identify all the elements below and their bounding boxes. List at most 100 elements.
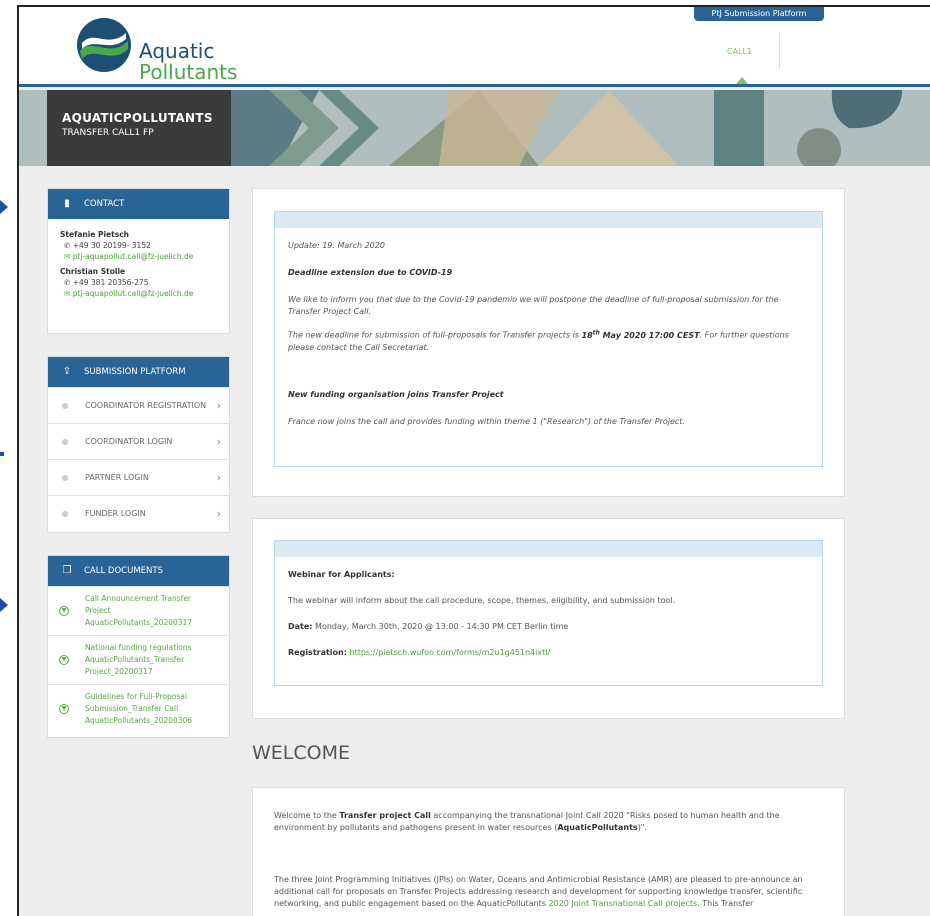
submission-platform-box: ⇪ SUBMISSION PLATFORM COORDINATOR REGIST… — [47, 356, 230, 533]
document-link-text[interactable]: National funding regulations AquaticPoll… — [85, 643, 192, 676]
notice-header-bar — [275, 541, 822, 557]
download-icon: ▼ — [59, 655, 69, 665]
date-label: Date: — [288, 622, 313, 631]
ordinal-suffix: th — [592, 329, 600, 336]
contact-phone: ✆ +49 381 20356-275 — [60, 277, 217, 288]
chevron-right-icon: › — [216, 507, 221, 520]
contact-name: Christian Stolle — [60, 267, 126, 276]
contact-list: Stefanie Pietsch ✆ +49 30 20199- 3152 ✉ … — [48, 219, 229, 307]
text: The new deadline for submission of full-… — [288, 330, 582, 340]
phone-icon: ✆ — [64, 241, 71, 250]
aquatic-pollutants-logo[interactable]: Aquatic Pollutants — [74, 15, 244, 84]
contact-header: ▮ CONTACT — [48, 189, 229, 219]
page-banner: AQUATICPOLLUTANTS TRANSFER CALL1 FP — [19, 90, 930, 166]
webinar-description: The webinar will inform about the call p… — [288, 596, 676, 605]
submission-header: ⇪ SUBMISSION PLATFORM — [48, 357, 229, 387]
welcome-paragraph: The three Joint Programming Initiatives … — [253, 874, 844, 910]
webinar-date: Date: Monday, March 30th, 2020 @ 13:00 -… — [275, 621, 822, 633]
contact-email[interactable]: ✉ ptj-aquapollut.call@fz-juelich.de — [60, 251, 217, 262]
bullet-icon — [62, 439, 68, 445]
text: . This Transfer — [697, 899, 754, 908]
contact-email-link[interactable]: ptj-aquapollut.call@fz-juelich.de — [73, 289, 194, 298]
chevron-right-icon: › — [216, 399, 221, 412]
envelope-icon: ✉ — [64, 289, 71, 298]
menu-item-coordinator-login[interactable]: COORDINATOR LOGIN › — [48, 423, 229, 459]
banner-title: AQUATICPOLLUTANTS — [62, 111, 213, 125]
document-link-text[interactable]: Call Announcement Transfer Project Aquat… — [85, 594, 192, 627]
text: Welcome to the — [274, 811, 340, 820]
download-icon: ▼ — [59, 606, 69, 616]
update-paragraph: France now joins the call and provides f… — [288, 416, 685, 426]
update-notice: Update: 19. March 2020 Deadline extensio… — [274, 211, 823, 467]
site-header: Aquatic Pollutants PtJ Submission Platfo… — [19, 7, 930, 87]
contact-box: ▮ CONTACT Stefanie Pietsch ✆ +49 30 2019… — [47, 188, 230, 334]
contact-phone-number: +49 30 20199- 3152 — [72, 241, 151, 250]
phone-icon: ✆ — [64, 278, 71, 287]
bullet-icon — [62, 403, 68, 409]
webinar-registration: Registration: https://pietsch.wufoo.com/… — [275, 647, 822, 659]
bullet-icon — [62, 511, 68, 517]
logo-emblem-icon — [77, 18, 131, 72]
upload-icon: ⇪ — [62, 366, 72, 377]
welcome-paragraph: Welcome to the Transfer project Call acc… — [253, 810, 844, 834]
menu-item-label: FUNDER LOGIN — [85, 509, 146, 518]
call-documents-box: ❐ CALL DOCUMENTS ▼ Call Announcement Tran… — [47, 555, 230, 738]
annotation-arrow-icon — [0, 598, 8, 612]
deadline-date: 18th May 2020 17:00 CEST — [581, 329, 700, 340]
date-value: Monday, March 30th, 2020 @ 13:00 - 14:30… — [312, 622, 569, 631]
update-title-deadline: Deadline extension due to COVID-19 — [288, 268, 453, 277]
update-panel: Update: 19. March 2020 Deadline extensio… — [252, 188, 845, 497]
banner-subtitle: TRANSFER CALL1 FP — [62, 128, 154, 138]
registration-label: Registration: — [288, 648, 347, 657]
documents-icon: ❐ — [62, 565, 72, 576]
annotation-marker-icon — [0, 452, 4, 456]
webinar-panel: Webinar for Applicants: The webinar will… — [252, 518, 845, 719]
contact-phone: ✆ +49 30 20199- 3152 — [60, 240, 217, 251]
bullet-icon — [62, 475, 68, 481]
nav-call1-link[interactable]: CALL1 — [727, 47, 752, 56]
text-bold: AquaticPollutants — [557, 823, 638, 832]
joint-call-projects-link[interactable]: 2020 Joint Transnational Call projects — [549, 899, 698, 908]
document-link-text[interactable]: Guidelines for Full-Proposal Submission_… — [85, 692, 192, 725]
menu-item-coordinator-registration[interactable]: COORDINATOR REGISTRATION › — [48, 387, 229, 423]
document-link[interactable]: ▼ Guidelines for Full-Proposal Submission… — [48, 684, 229, 733]
chevron-right-icon: › — [216, 471, 221, 484]
submission-heading: SUBMISSION PLATFORM — [84, 367, 186, 377]
update-title-funding: New funding organisation joins Transfer … — [288, 389, 504, 399]
update-deadline-paragraph: The new deadline for submission of full-… — [275, 327, 822, 354]
webinar-notice: Webinar for Applicants: The webinar will… — [274, 540, 823, 686]
update-paragraph: We like to inform you that due to the Co… — [288, 295, 779, 316]
contact-email[interactable]: ✉ ptj-aquapollut.call@fz-juelich.de — [60, 288, 217, 299]
notice-header-bar — [275, 212, 822, 228]
contact-phone-number: +49 381 20356-275 — [72, 278, 149, 287]
menu-item-label: COORDINATOR LOGIN — [85, 437, 173, 446]
annotation-arrow-icon — [0, 200, 8, 214]
webinar-title: Webinar for Applicants: — [288, 570, 395, 579]
contact-heading: CONTACT — [84, 199, 125, 209]
nav-divider — [779, 33, 780, 69]
documents-heading: CALL DOCUMENTS — [84, 566, 163, 576]
contact-name: Stefanie Pietsch — [60, 230, 129, 239]
document-link[interactable]: ▼ Call Announcement Transfer Project Aqua… — [48, 586, 229, 635]
update-date: Update: 19. March 2020 — [288, 241, 385, 250]
text: 18 — [581, 330, 593, 340]
envelope-icon: ✉ — [64, 252, 71, 261]
banner-title-box: AQUATICPOLLUTANTS TRANSFER CALL1 FP — [47, 90, 231, 166]
active-nav-indicator — [736, 77, 748, 84]
browser-viewport: Aquatic Pollutants PtJ Submission Platfo… — [17, 5, 930, 916]
menu-item-funder-login[interactable]: FUNDER LOGIN › — [48, 495, 229, 531]
contact-email-link[interactable]: ptj-aquapollut.call@fz-juelich.de — [73, 252, 194, 261]
documents-header: ❐ CALL DOCUMENTS — [48, 556, 229, 586]
menu-item-partner-login[interactable]: PARTNER LOGIN › — [48, 459, 229, 495]
welcome-panel: Welcome to the Transfer project Call acc… — [252, 787, 845, 916]
menu-item-label: PARTNER LOGIN — [85, 473, 149, 482]
document-link[interactable]: ▼ National funding regulations AquaticPol… — [48, 635, 229, 684]
text: May 2020 17:00 CEST — [599, 330, 700, 340]
chevron-right-icon: › — [216, 435, 221, 448]
welcome-heading: WELCOME — [252, 742, 350, 764]
ptj-submission-platform-button[interactable]: PtJ Submission Platform — [694, 7, 824, 21]
registration-link[interactable]: https://pietsch.wufoo.com/forms/m2u1g451… — [350, 648, 551, 657]
text-bold: Transfer project Call — [339, 811, 431, 820]
chat-bubbles-icon: ▮ — [64, 198, 70, 209]
menu-item-label: COORDINATOR REGISTRATION — [85, 401, 207, 410]
